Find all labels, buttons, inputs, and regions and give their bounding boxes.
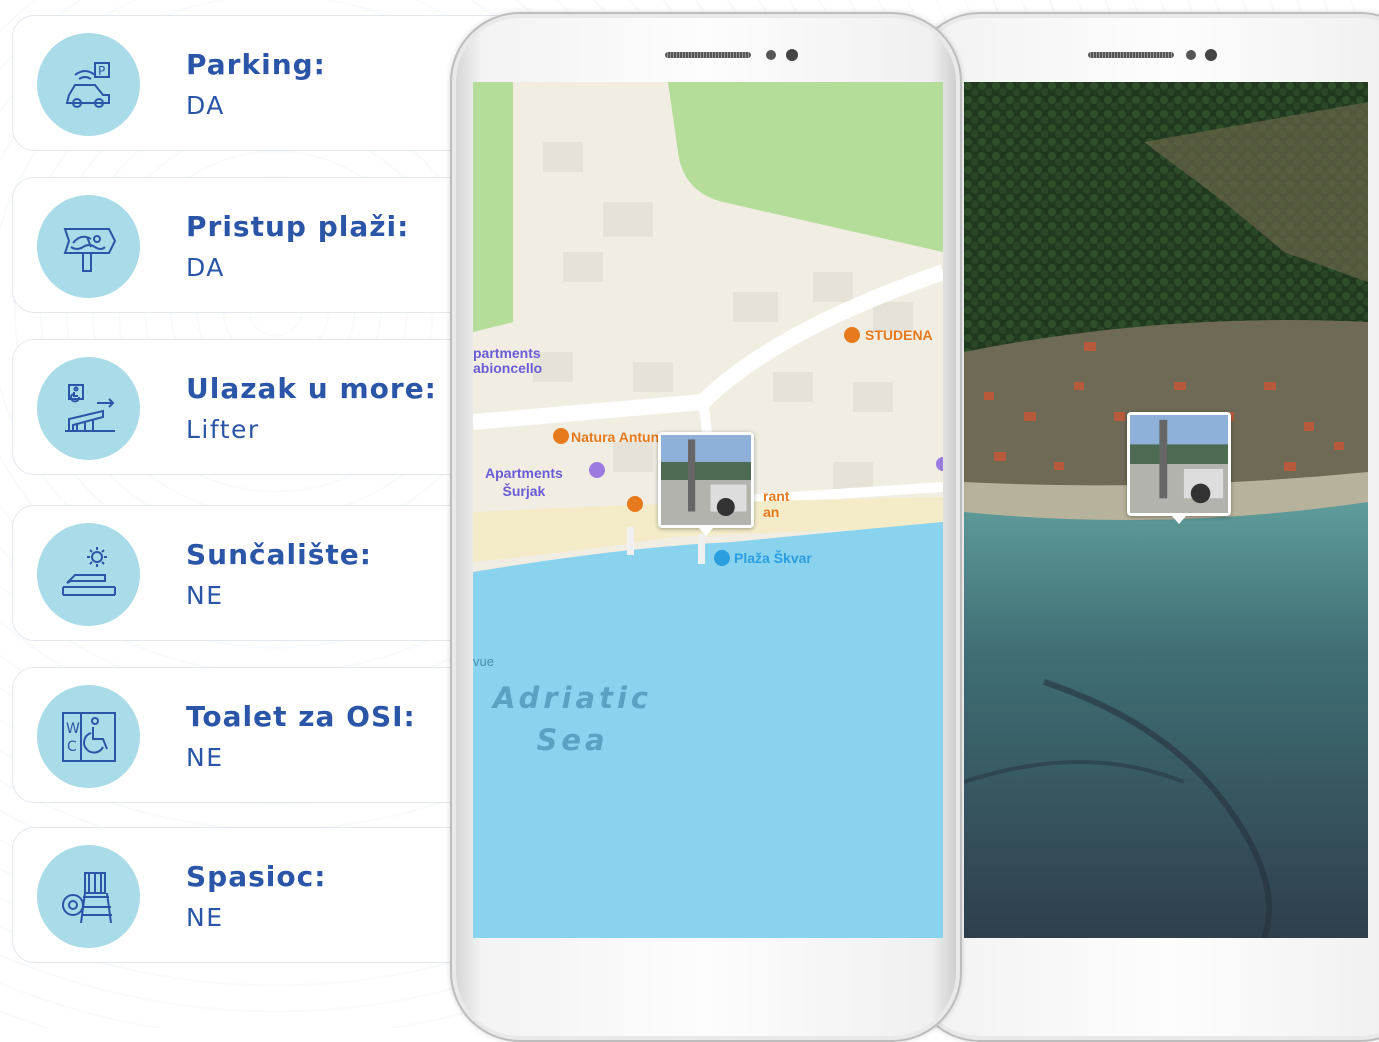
- feature-value: DA: [186, 91, 225, 120]
- feature-value: NE: [186, 743, 224, 772]
- svg-text:P: P: [98, 64, 105, 78]
- feature-value: NE: [186, 903, 224, 932]
- phone-sensor: [766, 50, 776, 60]
- feature-label: Sunčalište:: [186, 538, 372, 571]
- feature-value: DA: [186, 253, 225, 282]
- beach-photo-thumbnail: [661, 435, 751, 525]
- map-poi-apartments-surjak[interactable]: Apartments Šurjak: [485, 464, 563, 500]
- phone-map: partments abioncello Natura Antunovic Ap…: [450, 12, 962, 1042]
- phone-speaker: [1088, 52, 1174, 58]
- map-sea-label: Adriatic Sea: [493, 681, 653, 757]
- feature-value: NE: [186, 581, 224, 610]
- map-pin-photo[interactable]: [658, 432, 754, 536]
- map-poi-restaurant[interactable]: rant an: [763, 488, 789, 520]
- map-pin-photo[interactable]: [1127, 412, 1231, 524]
- street-map[interactable]: partments abioncello Natura Antunovic Ap…: [473, 82, 943, 938]
- feature-label: Toalet za OSI:: [186, 700, 416, 733]
- phone-satellite: [910, 12, 1379, 1042]
- feature-label: Pristup plaži:: [186, 210, 410, 243]
- map-label-vue: vue: [473, 654, 494, 669]
- accessible-wc-icon: W C: [37, 685, 140, 788]
- map-poi-studena[interactable]: STUDENA: [865, 327, 933, 343]
- phone-camera: [786, 49, 798, 61]
- accessible-ramp-icon: [37, 357, 140, 460]
- svg-text:W: W: [66, 721, 80, 737]
- map-poi-apartments-top[interactable]: partments abioncello: [473, 346, 542, 376]
- phone-sensor: [1186, 50, 1196, 60]
- beach-access-sign-icon: [37, 195, 140, 298]
- beach-photo-thumbnail: [1130, 415, 1228, 513]
- sunbed-icon: [37, 523, 140, 626]
- feature-value: Lifter: [186, 415, 260, 444]
- satellite-map[interactable]: [964, 82, 1368, 938]
- map-poi-plaza[interactable]: Plaža Škvar: [734, 550, 812, 566]
- feature-label: Ulazak u more:: [186, 372, 437, 405]
- feature-label: Spasioc:: [186, 860, 327, 893]
- phone-speaker: [665, 52, 751, 58]
- phone-camera: [1205, 49, 1217, 61]
- lifeguard-chair-icon: [37, 845, 140, 948]
- feature-label: Parking:: [186, 48, 326, 81]
- parking-icon: P: [37, 33, 140, 136]
- svg-text:C: C: [67, 739, 77, 755]
